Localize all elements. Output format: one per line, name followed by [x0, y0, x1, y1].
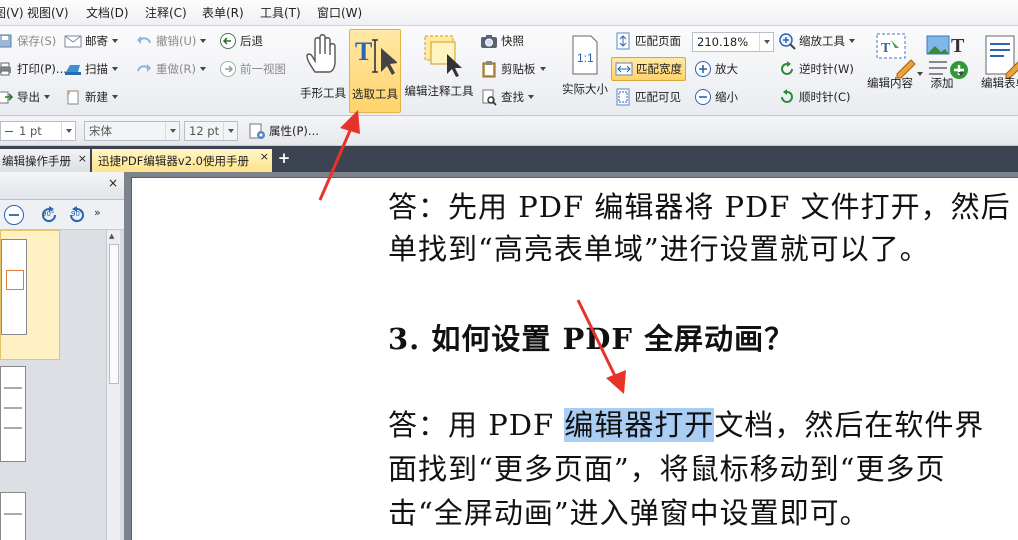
- arrow-to-selected-text: [576, 299, 626, 394]
- arrow-to-select-tool: [318, 110, 360, 201]
- annotation-arrows: [318, 110, 626, 394]
